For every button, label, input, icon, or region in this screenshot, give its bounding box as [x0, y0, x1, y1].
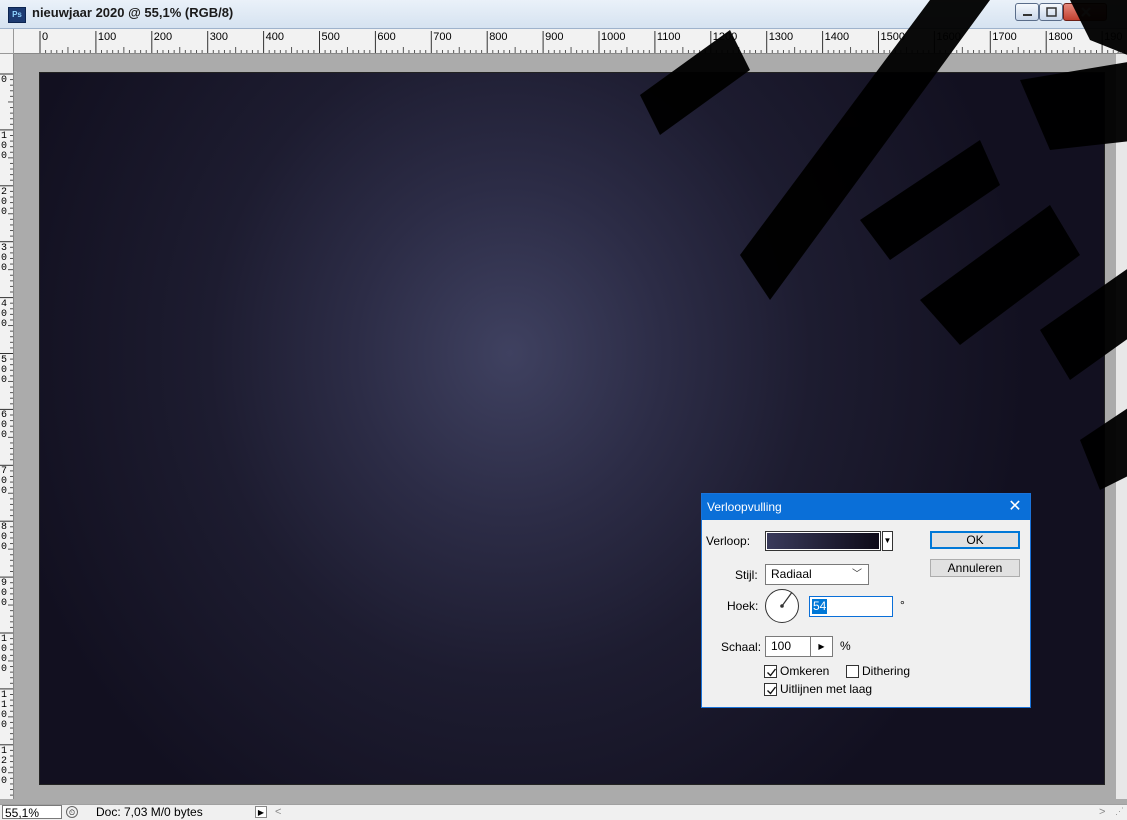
chevron-down-icon: ﹀ — [852, 569, 862, 580]
ruler-label: 1800 — [1048, 31, 1073, 43]
ruler-label: 1200 — [1, 745, 8, 787]
ruler-label: 1600 — [936, 31, 961, 43]
document-titlebar[interactable]: Ps nieuwjaar 2020 @ 55,1% (RGB/8) — [0, 0, 1127, 29]
ruler-label: 100 — [97, 31, 117, 43]
ruler-label: 900 — [545, 31, 564, 43]
vertical-ruler[interactable]: 0 100 200 300 400 500 600 700 800 900 1000 1100 1200… — [0, 54, 14, 799]
ruler-label: 400 — [265, 31, 284, 43]
minimize-icon — [1023, 14, 1032, 16]
ruler-label: 900 — [1, 578, 8, 610]
angle-label: Hoek: — [727, 599, 759, 613]
vertical-scrollbar[interactable] — [1116, 54, 1127, 799]
close-window-button[interactable] — [1063, 3, 1107, 21]
ruler-label: 300 — [209, 31, 229, 43]
scale-label: Schaal: — [721, 640, 762, 654]
dither-label: Dithering — [862, 664, 911, 678]
ruler-label: 500 — [321, 31, 340, 43]
status-bar: 55,1% ⏲ Doc: 7,03 M/0 bytes ▶ < > ⋰ — [0, 804, 1127, 820]
close-icon — [1081, 7, 1091, 17]
degree-unit: ° — [900, 598, 905, 612]
ruler-label: 400 — [1, 298, 8, 330]
ruler-label: 700 — [1, 466, 8, 498]
zoom-level-field[interactable]: 55,1% — [2, 805, 62, 820]
dither-checkbox[interactable]: Dithering — [846, 664, 926, 679]
ruler-label: 800 — [489, 31, 508, 43]
restore-button[interactable] — [1039, 3, 1063, 21]
ruler-label: 1200 — [712, 31, 738, 43]
horizontal-ruler[interactable]: 0 100 200 300 400 500 600 700 800 900 1000 1100 1200… — [14, 29, 1127, 54]
ruler-label: 1000 — [1, 634, 8, 675]
ruler-label: 700 — [433, 31, 452, 43]
percent-unit: % — [840, 639, 851, 653]
gradient-dropdown-arrow-icon[interactable]: ▼ — [882, 531, 893, 551]
style-label: Stijl: — [735, 568, 758, 582]
ruler-origin[interactable] — [0, 29, 14, 54]
angle-input-value: 54 — [812, 599, 828, 614]
style-select-value: Radiaal — [771, 567, 812, 581]
ruler-label: 300 — [1, 242, 8, 274]
reverse-checkbox[interactable]: Omkeren — [764, 664, 844, 679]
minimize-button[interactable] — [1015, 3, 1039, 21]
document-title: nieuwjaar 2020 @ 55,1% (RGB/8) — [32, 5, 234, 20]
style-select[interactable]: Radiaal ﹀ — [765, 564, 869, 585]
scroll-right-icon[interactable]: > — [1099, 805, 1105, 819]
resize-grip-icon[interactable]: ⋰ — [1115, 806, 1124, 817]
status-menu-arrow-icon[interactable]: ▶ — [255, 806, 267, 818]
scroll-up-icon[interactable]: ^ — [1117, 48, 1121, 58]
ruler-label: 1100 — [1, 689, 8, 731]
ruler-label: 1000 — [601, 31, 626, 43]
gradient-fill-dialog: Verloopvulling ✕ Verloop: ▼ Stijl: Radia… — [701, 493, 1031, 708]
ruler-label: 800 — [1, 522, 8, 554]
photoshop-app-icon: Ps — [8, 7, 26, 23]
timer-icon[interactable]: ⏲ — [66, 806, 78, 818]
angle-dial[interactable] — [764, 588, 800, 624]
ruler-label: 190 — [1104, 31, 1123, 43]
ruler-label: 200 — [153, 31, 173, 43]
dialog-titlebar[interactable]: Verloopvulling ✕ — [702, 494, 1030, 520]
cancel-button[interactable]: Annuleren — [930, 559, 1020, 577]
restore-icon — [1046, 7, 1057, 17]
ruler-label: 0 — [42, 31, 49, 43]
align-with-layer-checkbox[interactable]: Uitlijnen met laag — [764, 682, 904, 697]
scroll-left-icon[interactable]: < — [275, 805, 281, 819]
document-info: Doc: 7,03 M/0 bytes — [96, 805, 203, 819]
align-with-layer-label: Uitlijnen met laag — [780, 682, 873, 696]
scale-input[interactable]: 100 — [765, 636, 811, 657]
ruler-label: 1400 — [824, 31, 850, 43]
checkmark-icon — [767, 668, 777, 677]
angle-input[interactable]: 54 — [809, 596, 893, 617]
ruler-label: 1500 — [880, 31, 905, 43]
dialog-title: Verloopvulling — [707, 500, 782, 514]
ruler-label: 0 — [1, 75, 8, 86]
gradient-picker-swatch[interactable] — [765, 531, 881, 551]
dialog-close-button[interactable]: ✕ — [1002, 496, 1028, 518]
ruler-label: 200 — [1, 186, 8, 218]
ruler-label: 1100 — [656, 31, 681, 43]
reverse-label: Omkeren — [780, 664, 830, 678]
checkmark-icon — [767, 686, 777, 695]
scale-slider-arrow-icon[interactable]: ▶ — [811, 636, 833, 657]
ruler-label: 600 — [377, 31, 396, 43]
ruler-label: 500 — [1, 354, 8, 386]
ruler-label: 600 — [1, 410, 8, 442]
ruler-label: 1300 — [768, 31, 794, 43]
gradient-label: Verloop: — [706, 534, 751, 548]
ok-button[interactable]: OK — [930, 531, 1020, 549]
ruler-label: 1700 — [992, 31, 1017, 43]
angle-dial-icon — [765, 589, 799, 623]
ruler-label: 100 — [1, 130, 8, 162]
